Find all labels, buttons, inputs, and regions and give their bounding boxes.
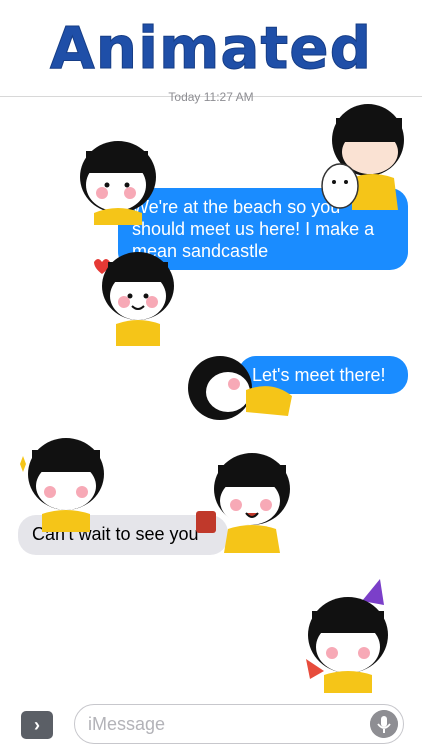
chevron-right-icon: › (34, 715, 40, 735)
microphone-icon[interactable] (370, 710, 398, 738)
girl-hugging-cat-sticker[interactable] (312, 100, 407, 215)
apps-button[interactable]: › (21, 711, 53, 739)
banner-title: Animated (49, 14, 373, 83)
promo-banner: Animated (0, 0, 422, 96)
imessage-input-placeholder: iMessage (88, 714, 166, 734)
girl-lying-down-sticker[interactable] (184, 350, 299, 428)
girl-party-hat-watermelon-sticker[interactable] (296, 575, 408, 693)
girl-drinking-sticker[interactable] (190, 445, 300, 557)
girl-arms-crossed-sticker[interactable] (14, 430, 114, 532)
girl-thinking-sticker[interactable] (72, 125, 162, 225)
girl-smiling-heart-sticker[interactable] (88, 240, 180, 348)
